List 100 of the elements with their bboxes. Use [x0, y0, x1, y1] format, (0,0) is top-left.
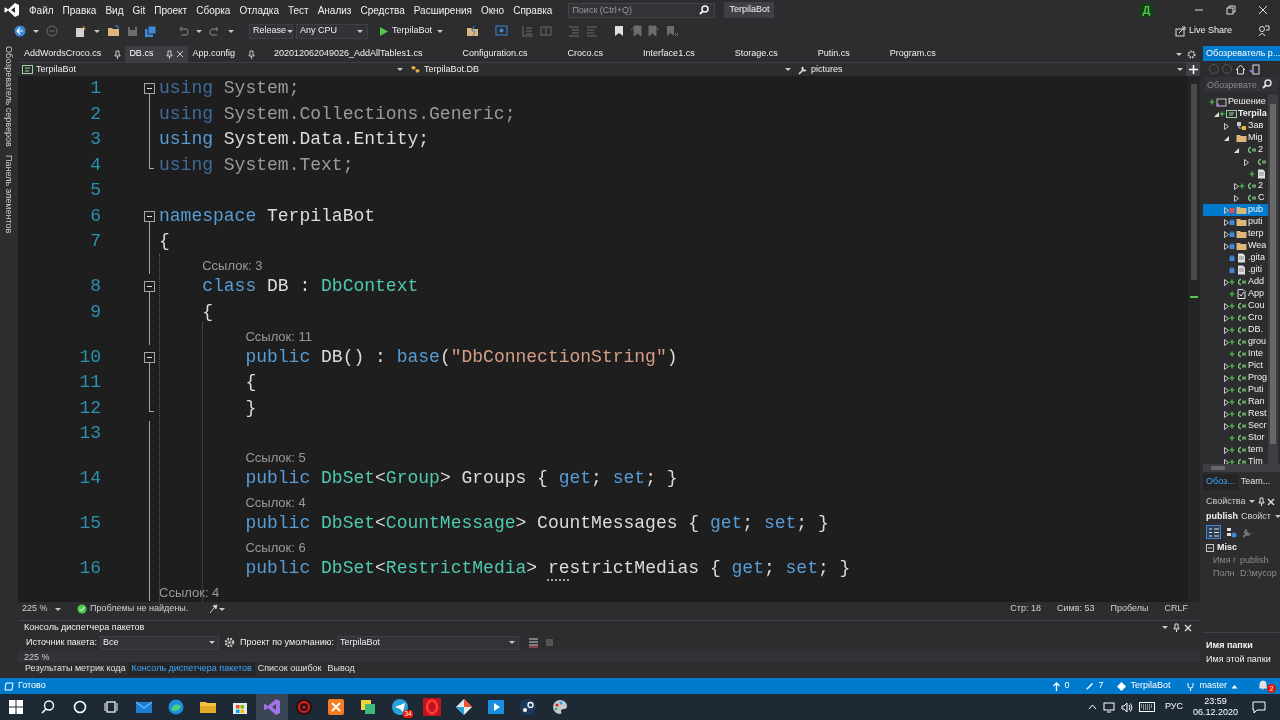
- caret-icon[interactable]: [508, 639, 516, 646]
- chevron-up-icon[interactable]: [1087, 704, 1097, 710]
- caret-icon[interactable]: [32, 27, 40, 35]
- file-tab[interactable]: Storage.cs: [719, 46, 803, 62]
- line-endings[interactable]: CRLF: [1164, 602, 1188, 616]
- caret-icon[interactable]: [208, 639, 217, 646]
- caret-icon[interactable]: [1247, 498, 1256, 505]
- tree-item[interactable]: App: [1203, 288, 1268, 300]
- file-tab[interactable]: Interface1.cs: [628, 46, 720, 62]
- issues-status[interactable]: Проблемы не найдены.: [90, 602, 189, 616]
- tree-item[interactable]: Pict: [1203, 360, 1268, 372]
- bookmark-icon[interactable]: [614, 25, 625, 37]
- menu-item[interactable]: Отладка: [239, 2, 279, 18]
- bookmark-clear-icon[interactable]: [666, 25, 679, 37]
- collapsed-arrow-icon[interactable]: [1233, 194, 1240, 202]
- close-icon[interactable]: [176, 50, 185, 58]
- circle-logo-icon[interactable]: [519, 698, 537, 716]
- pin-icon[interactable]: [1173, 623, 1180, 632]
- close-icon[interactable]: [1184, 623, 1192, 632]
- search-field[interactable]: Обозревате: [1205, 77, 1278, 92]
- tree-item[interactable]: grou: [1203, 336, 1268, 348]
- menu-item[interactable]: Справка: [513, 2, 553, 18]
- collapsed-arrow-icon[interactable]: [1223, 362, 1230, 370]
- collapsed-arrow-icon[interactable]: [1223, 314, 1230, 322]
- tree-item[interactable]: Puti: [1203, 384, 1268, 396]
- caret-icon[interactable]: [784, 66, 792, 73]
- tool-window-tab[interactable]: Обозреватель серверов: [0, 46, 18, 147]
- menu-item[interactable]: Файл: [29, 2, 54, 18]
- collapsed-arrow-icon[interactable]: [1223, 122, 1230, 130]
- collapsed-arrow-icon[interactable]: [1223, 446, 1230, 454]
- menu-item[interactable]: Расширения: [413, 2, 472, 18]
- tree-item[interactable]: Решение: [1203, 96, 1268, 108]
- tree-item[interactable]: C: [1203, 192, 1268, 204]
- collapse-icon[interactable]: [144, 83, 155, 94]
- push-status[interactable]: 0: [1053, 679, 1070, 693]
- file-tab[interactable]: Croco.cs: [552, 46, 629, 62]
- folder-lightning-icon[interactable]: [466, 25, 480, 37]
- expanded-arrow-icon[interactable]: [1213, 110, 1220, 118]
- collapsed-arrow-icon[interactable]: [1223, 422, 1230, 430]
- person-feedback-icon[interactable]: [1258, 25, 1270, 37]
- tree-item[interactable]: Stor: [1203, 432, 1268, 444]
- menu-item[interactable]: Вид: [105, 2, 124, 18]
- menu-item[interactable]: Git: [132, 2, 146, 18]
- caret-icon[interactable]: [54, 605, 62, 613]
- repository-status[interactable]: TerpilaBot: [1117, 679, 1171, 693]
- tree-item[interactable]: Prog: [1203, 372, 1268, 384]
- menu-item[interactable]: Анализ: [317, 2, 352, 18]
- caret-icon[interactable]: [227, 27, 235, 35]
- tree-item[interactable]: Rest: [1203, 408, 1268, 420]
- pin-icon[interactable]: [114, 49, 122, 59]
- tree-item[interactable]: 2: [1203, 180, 1268, 192]
- reference-count[interactable]: Ссылок: 6: [245, 540, 306, 556]
- tree-item[interactable]: 2: [1203, 144, 1268, 156]
- configuration-dropdown[interactable]: Release: [249, 23, 293, 39]
- keyboard-icon[interactable]: [1138, 702, 1155, 712]
- save-icon[interactable]: [127, 25, 138, 37]
- menu-item[interactable]: Тест: [287, 2, 309, 18]
- panel-tab[interactable]: Консоль диспетчера пакетов: [128, 662, 255, 676]
- new-item-icon[interactable]: [74, 24, 87, 38]
- caret-icon[interactable]: [356, 27, 364, 35]
- tree-item[interactable]: Terpila: [1203, 108, 1268, 120]
- folder-icon[interactable]: [107, 25, 121, 37]
- pin-icon[interactable]: [1257, 497, 1265, 506]
- panel-tab[interactable]: Обозреватель р...: [1203, 46, 1280, 61]
- collapsed-arrow-icon[interactable]: [1223, 326, 1230, 334]
- tree-item[interactable]: tem: [1203, 444, 1268, 456]
- target-icon[interactable]: [295, 698, 313, 716]
- pin-icon[interactable]: [166, 49, 174, 59]
- expanded-arrow-icon[interactable]: [1233, 146, 1240, 154]
- tool-window-tab[interactable]: Панель элементов: [0, 154, 18, 234]
- member-dropdown[interactable]: pictures: [794, 63, 1186, 76]
- collapsed-arrow-icon[interactable]: [1223, 242, 1230, 250]
- menu-item[interactable]: Сборка: [196, 2, 231, 18]
- undo-icon[interactable]: [177, 25, 189, 37]
- notification-center-icon[interactable]: [1252, 700, 1266, 714]
- project-dropdown[interactable]: TerpilaBot: [18, 63, 406, 76]
- collapse-icon[interactable]: [144, 210, 155, 222]
- menu-item[interactable]: Средства: [360, 2, 405, 18]
- close-icon[interactable]: [1266, 497, 1275, 506]
- reference-count[interactable]: Ссылок: 11: [245, 328, 312, 345]
- expanded-arrow-icon[interactable]: [1223, 134, 1230, 142]
- back-icon[interactable]: [14, 25, 26, 37]
- changes-status[interactable]: 7: [1085, 679, 1104, 693]
- tree-item[interactable]: Mig: [1203, 132, 1268, 144]
- brush-icon[interactable]: [208, 604, 219, 614]
- tree-item[interactable]: terp: [1203, 228, 1268, 240]
- settings-icon[interactable]: [224, 637, 236, 648]
- caret-icon[interactable]: [286, 27, 295, 35]
- play-icon[interactable]: [487, 698, 505, 716]
- switch-view-icon[interactable]: [1249, 63, 1260, 75]
- collapsed-arrow-icon[interactable]: [1233, 182, 1240, 190]
- reference-count[interactable]: Ссылок: 4: [245, 495, 306, 511]
- restore-icon[interactable]: [1226, 5, 1236, 15]
- collapsed-arrow-icon[interactable]: [1223, 218, 1230, 226]
- menu-item[interactable]: Окно: [480, 2, 505, 18]
- bookmark-prev-icon[interactable]: [630, 25, 643, 37]
- notes-icon[interactable]: [359, 698, 377, 716]
- clock-date[interactable]: 06.12.2020: [1192, 707, 1238, 718]
- collapsed-arrow-icon[interactable]: [1223, 302, 1230, 310]
- tree-item[interactable]: .gita: [1203, 252, 1268, 264]
